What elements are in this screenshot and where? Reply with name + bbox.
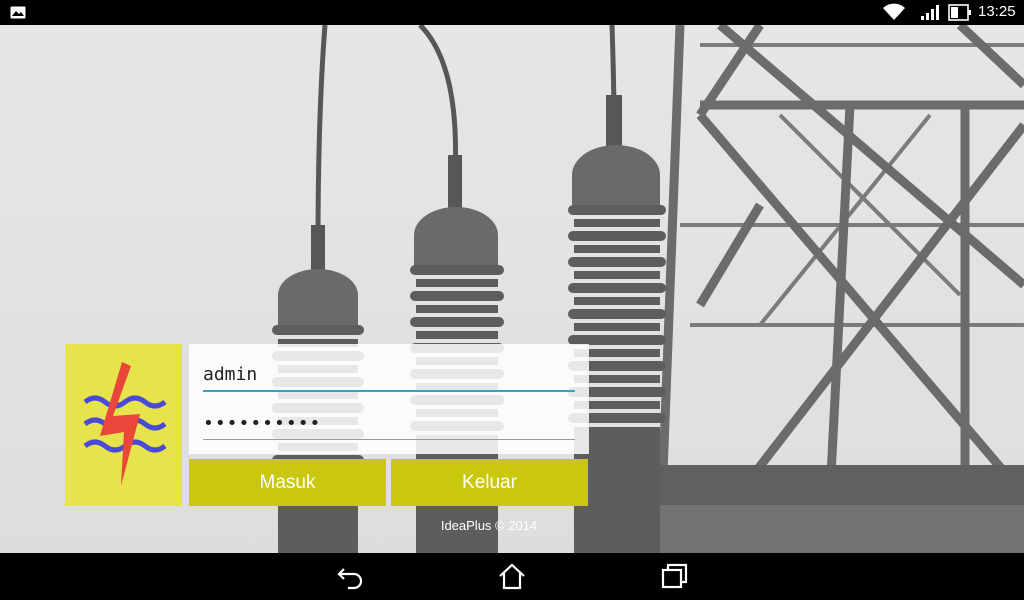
home-icon[interactable] bbox=[497, 561, 527, 591]
copyright-footer: IdeaPlus © 2014 bbox=[440, 518, 538, 533]
clock: 13:25 bbox=[978, 3, 1016, 20]
password-input[interactable] bbox=[203, 407, 575, 440]
login-screen: 13:25 admin •••••••••• Masuk Keluar Idea… bbox=[0, 0, 1024, 600]
username-input[interactable] bbox=[203, 358, 575, 392]
status-bar: 13:25 bbox=[0, 0, 1024, 25]
signal-icon bbox=[921, 5, 939, 20]
login-form bbox=[189, 344, 589, 454]
login-button[interactable]: Masuk bbox=[189, 459, 386, 506]
navigation-bar bbox=[0, 553, 1024, 600]
exit-button[interactable]: Keluar bbox=[391, 459, 588, 506]
back-icon[interactable] bbox=[336, 561, 366, 591]
logo bbox=[65, 344, 182, 506]
gallery-icon bbox=[10, 6, 26, 19]
lightning-logo-icon bbox=[83, 362, 167, 486]
battery-icon bbox=[948, 4, 971, 21]
recent-apps-icon[interactable] bbox=[660, 561, 690, 591]
wifi-icon bbox=[883, 3, 905, 20]
